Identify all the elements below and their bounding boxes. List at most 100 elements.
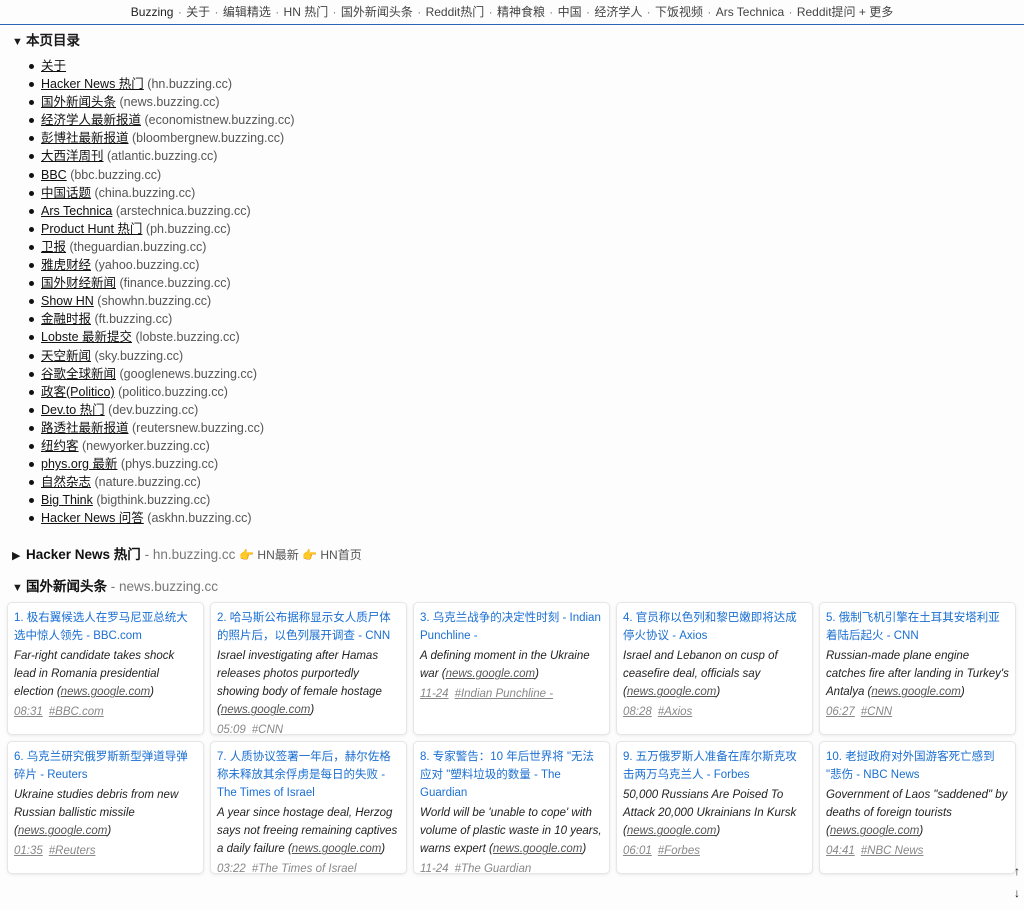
news-card-title[interactable]: 1. 极右翼候选人在罗马尼亚总统大选中惊人领先 - BBC.com [14,609,197,645]
toc-link[interactable]: Ars Technica [41,204,112,218]
nav-link[interactable]: 中国 [558,5,582,19]
news-card-time[interactable]: 01:35 [14,845,43,857]
hn-section-domain[interactable]: - hn.buzzing.cc [145,547,236,562]
news-card-title[interactable]: 8. 专家警告：10 年后世界将 "无法应对 "塑料垃圾的数量 - The Gu… [420,748,603,802]
top-nav: Buzzing · 关于 · 编辑精选 · HN 热门 · 国外新闻头条 · R… [0,0,1024,25]
news-card-title[interactable]: 2. 哈马斯公布据称显示女人质尸体的照片后，以色列展开调查 - CNN [217,609,400,645]
news-card-time[interactable]: 06:27 [826,706,855,718]
news-card-source-link[interactable]: news.google.com [830,825,920,837]
news-card-title[interactable]: 5. 俄制飞机引擎在土耳其安塔利亚着陆后起火 - CNN [826,609,1009,645]
news-card-time[interactable]: 06:01 [623,845,652,857]
toc-link[interactable]: 纽约客 [41,439,79,453]
news-card-tag[interactable]: #CNN [861,706,892,718]
news-card-tag[interactable]: #CNN [252,724,283,734]
news-card-title[interactable]: 4. 官员称以色列和黎巴嫩即将达成停火协议 - Axios [623,609,806,645]
news-card-meta: 11-24 #Indian Punchline - [420,688,603,700]
news-card-source-link[interactable]: news.google.com [627,686,717,698]
nav-link[interactable]: 精神食粮 [497,5,545,19]
brand-link[interactable]: Buzzing [131,5,174,19]
news-card-title[interactable]: 7. 人质协议签署一年后，赫尔佐格称未释放其余俘虏是每日的失败 - The Ti… [217,748,400,802]
nav-link[interactable]: Reddit提问 [797,5,856,19]
news-card-source-link[interactable]: news.google.com [446,668,536,680]
news-card-source-link[interactable]: news.google.com [61,686,151,698]
toc-link[interactable]: 中国话题 [41,186,91,200]
news-card-tag[interactable]: #Indian Punchline - [455,688,553,700]
news-card-meta: 08:31 #BBC.com [14,706,197,718]
toc-link[interactable]: Product Hunt 热门 [41,222,142,236]
news-section-domain[interactable]: - news.buzzing.cc [111,579,218,594]
news-card-tag[interactable]: #BBC.com [49,706,104,718]
news-card-source-link[interactable]: news.google.com [627,825,717,837]
news-card: 6. 乌克兰研究俄罗斯新型弹道导弹碎片 - Reuters Ukraine stu… [7,741,204,875]
nav-more-link[interactable]: + 更多 [859,5,893,19]
news-card: 2. 哈马斯公布据称显示女人质尸体的照片后，以色列展开调查 - CNN Israe… [210,602,407,736]
toc-domain: (ph.buzzing.cc) [145,221,231,236]
news-card-tag[interactable]: #NBC News [861,845,924,857]
nav-link[interactable]: Ars Technica [716,5,784,19]
news-card-time[interactable]: 04:41 [826,845,855,857]
hn-section-summary[interactable]: ▶ Hacker News 热门 - hn.buzzing.cc 👉 HN最新 👉… [0,544,1024,566]
nav-link[interactable]: 下饭视频 [655,5,703,19]
toc-link[interactable]: 关于 [41,59,66,73]
toc-item: 金融时报 (ft.buzzing.cc) [29,310,1024,328]
news-card-source-link[interactable]: news.google.com [18,825,108,837]
news-card-meta: 06:27 #CNN [826,706,1009,718]
news-card-tag[interactable]: #Reuters [49,845,96,857]
toc-link[interactable]: 天空新闻 [41,349,91,363]
news-card-time[interactable]: 11-24 [420,863,449,873]
news-card-source-link[interactable]: news.google.com [493,843,583,855]
news-section-summary[interactable]: ▼ 国外新闻头条 - news.buzzing.cc [0,576,1024,598]
toc-summary[interactable]: ▼ 本页目录 [0,25,1024,49]
scroll-up-icon[interactable]: ↑ [1014,860,1020,882]
news-card-source-link[interactable]: news.google.com [221,704,311,716]
toc-link[interactable]: 雅虎财经 [41,258,91,272]
news-card-excerpt-text: 50,000 Russians Are Poised To Attack 20,… [623,789,797,820]
toc-link[interactable]: 经济学人最新报道 [41,113,141,127]
toc-link[interactable]: 国外新闻头条 [41,95,116,109]
news-card-tag[interactable]: #The Guardian [455,863,532,873]
news-card-time[interactable]: 03:22 [217,863,246,873]
news-card-title[interactable]: 9. 五万俄罗斯人准备在库尔斯克攻击两万乌克兰人 - Forbes [623,748,806,784]
news-card-tag[interactable]: #The Times of Israel [252,863,357,873]
toc-link[interactable]: BBC [41,168,67,182]
toc-domain: (arstechnica.buzzing.cc) [115,203,251,218]
toc-link[interactable]: 国外财经新闻 [41,276,116,290]
toc-link[interactable]: 彭博社最新报道 [41,131,129,145]
toc-item: 天空新闻 (sky.buzzing.cc) [29,347,1024,365]
news-card-source-link[interactable]: news.google.com [871,686,961,698]
news-card-source-link[interactable]: news.google.com [292,843,382,855]
toc-link[interactable]: Big Think [41,493,93,507]
nav-link[interactable]: 关于 [186,5,210,19]
toc-link[interactable]: 金融时报 [41,312,91,326]
nav-link[interactable]: HN 热门 [284,5,329,19]
toc-link[interactable]: Dev.to 热门 [41,403,105,417]
toc-link[interactable]: 谷歌全球新闻 [41,367,116,381]
news-card-tag[interactable]: #Axios [658,706,693,718]
nav-link[interactable]: 编辑精选 [223,5,271,19]
toc-link[interactable]: 自然杂志 [41,475,91,489]
toc-link[interactable]: phys.org 最新 [41,457,117,471]
news-card-time[interactable]: 05:09 [217,724,246,734]
news-card-tag[interactable]: #Forbes [658,845,700,857]
news-card-title[interactable]: 6. 乌克兰研究俄罗斯新型弹道导弹碎片 - Reuters [14,748,197,784]
news-card-title[interactable]: 3. 乌克兰战争的决定性时刻 - Indian Punchline - [420,609,603,645]
news-card-time[interactable]: 08:31 [14,706,43,718]
news-card-time[interactable]: 08:28 [623,706,652,718]
toc-link[interactable]: 大西洋周刊 [41,149,104,163]
news-card-time[interactable]: 11-24 [420,688,449,700]
nav-link[interactable]: 经济学人 [594,5,642,19]
toc-list: 关于 Hacker News 热门 (hn.buzzing.cc) 国外新闻头条 (… [0,57,1024,527]
toc-link[interactable]: 路透社最新报道 [41,421,129,435]
news-card-title[interactable]: 10. 老挝政府对外国游客死亡感到 "悲伤 - NBC News [826,748,1009,784]
toc-item: 路透社最新报道 (reutersnew.buzzing.cc) [29,419,1024,437]
toc-link[interactable]: Show HN [41,294,94,308]
hn-section-links[interactable]: 👉 HN最新 👉 HN首页 [239,548,362,562]
nav-link[interactable]: Reddit热门 [426,5,485,19]
scroll-down-icon[interactable]: ↓ [1014,882,1020,904]
nav-link[interactable]: 国外新闻头条 [341,5,413,19]
toc-link[interactable]: Lobste 最新提交 [41,330,132,344]
toc-link[interactable]: 政客(Politico) [41,385,115,399]
toc-link[interactable]: Hacker News 热门 [41,77,144,91]
toc-link[interactable]: 卫报 [41,240,66,254]
toc-link[interactable]: Hacker News 问答 [41,511,144,525]
